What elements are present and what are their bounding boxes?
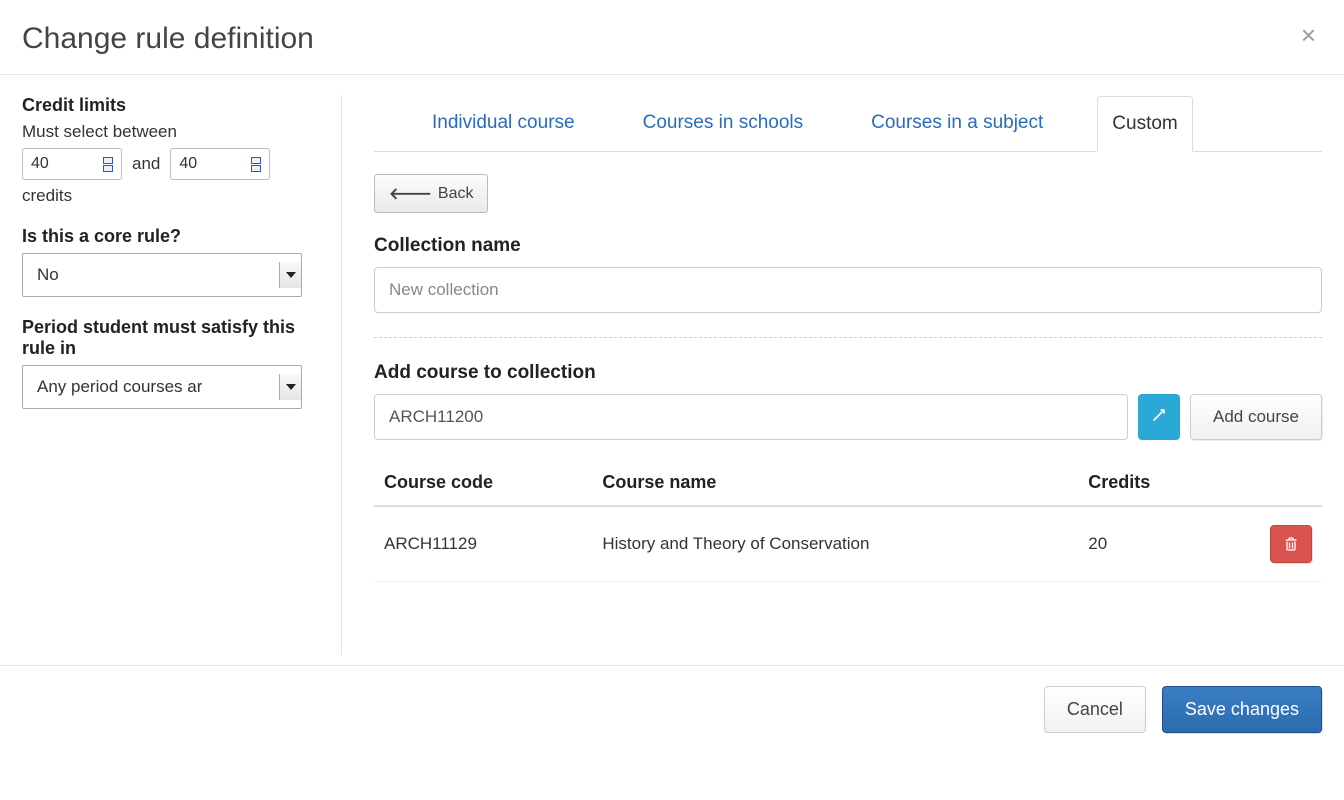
pick-course-button[interactable] (1138, 394, 1180, 440)
credit-limits-heading: Credit limits (22, 95, 309, 116)
modal-header: Change rule definition × (0, 0, 1344, 75)
add-course-group: Add course to collection Add course (374, 362, 1322, 440)
back-button[interactable]: 🡐 Back (374, 174, 488, 213)
period-select[interactable]: Any period courses ar (22, 365, 302, 409)
tab-custom[interactable]: Custom (1097, 96, 1192, 152)
core-rule-value: No (37, 265, 59, 285)
collection-name-label: Collection name (374, 235, 1322, 257)
credit-limits-group: Credit limits Must select between 40 and… (22, 95, 309, 206)
max-credits-value: 40 (179, 155, 197, 173)
back-label: Back (438, 185, 474, 203)
collection-name-group: Collection name (374, 235, 1322, 313)
cancel-button[interactable]: Cancel (1044, 686, 1146, 733)
sidebar: Credit limits Must select between 40 and… (22, 95, 342, 655)
th-course-code: Course code (374, 460, 592, 506)
tab-courses-in-schools[interactable]: Courses in schools (629, 96, 818, 152)
credit-range-row: 40 and 40 (22, 148, 309, 180)
th-actions (1217, 460, 1322, 506)
th-credits: Credits (1078, 460, 1217, 506)
modal-change-rule-definition: Change rule definition × Credit limits M… (0, 0, 1344, 800)
course-search-input[interactable] (374, 394, 1128, 440)
period-value: Any period courses ar (37, 377, 202, 397)
chevron-down-icon (279, 262, 301, 288)
modal-footer: Cancel Save changes (0, 665, 1344, 753)
min-credits-value: 40 (31, 155, 49, 173)
tab-individual-course[interactable]: Individual course (418, 96, 589, 152)
modal-body: Credit limits Must select between 40 and… (0, 75, 1344, 665)
stepper-arrows-icon[interactable] (251, 157, 261, 172)
trash-icon (1283, 536, 1299, 552)
th-course-name: Course name (592, 460, 1078, 506)
pick-icon (1151, 407, 1167, 428)
save-changes-button[interactable]: Save changes (1162, 686, 1322, 733)
min-credits-stepper[interactable]: 40 (22, 148, 122, 180)
add-course-row: Add course (374, 394, 1322, 440)
main-panel: Individual course Courses in schools Cou… (342, 95, 1322, 655)
tab-courses-in-subject[interactable]: Courses in a subject (857, 96, 1057, 152)
arrow-left-icon: 🡐 (389, 183, 432, 204)
stepper-arrows-icon[interactable] (103, 157, 113, 172)
tabs: Individual course Courses in schools Cou… (374, 95, 1322, 152)
core-rule-select[interactable]: No (22, 253, 302, 297)
max-credits-stepper[interactable]: 40 (170, 148, 270, 180)
core-rule-label: Is this a core rule? (22, 226, 309, 247)
collection-name-input[interactable] (374, 267, 1322, 313)
divider (374, 337, 1322, 338)
modal-title: Change rule definition (22, 22, 314, 56)
close-icon[interactable]: × (1301, 22, 1316, 48)
course-table: Course code Course name Credits ARCH1112… (374, 460, 1322, 582)
cell-course-name: History and Theory of Conservation (592, 506, 1078, 582)
credits-word: credits (22, 186, 309, 206)
and-text: and (132, 154, 160, 174)
add-course-button[interactable]: Add course (1190, 394, 1322, 440)
cell-credits: 20 (1078, 506, 1217, 582)
period-group: Period student must satisfy this rule in… (22, 317, 309, 409)
must-select-label: Must select between (22, 122, 309, 142)
core-rule-group: Is this a core rule? No (22, 226, 309, 297)
add-course-label: Add course to collection (374, 362, 1322, 384)
chevron-down-icon (279, 374, 301, 400)
period-label: Period student must satisfy this rule in (22, 317, 309, 359)
delete-row-button[interactable] (1270, 525, 1312, 563)
table-row: ARCH11129 History and Theory of Conserva… (374, 506, 1322, 582)
cell-course-code: ARCH11129 (374, 506, 592, 582)
